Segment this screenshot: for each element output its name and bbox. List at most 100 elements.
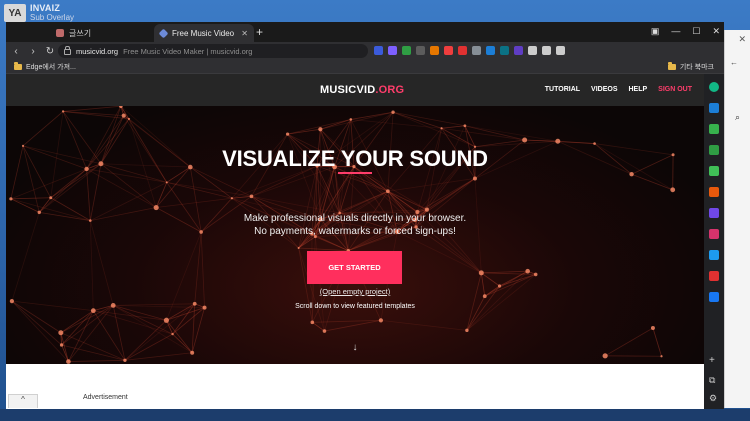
nav-sign-out-link[interactable]: SIGN OUT [658, 86, 692, 93]
network-line [61, 305, 114, 346]
network-node [318, 127, 323, 132]
network-node [163, 317, 170, 323]
overlay-logo-icon: YA [4, 4, 26, 22]
down-arrow-icon[interactable]: ↓ [6, 342, 704, 353]
close-icon[interactable]: ✕ [738, 34, 746, 45]
background-window[interactable]: ✕ ← ⌕ [724, 30, 750, 408]
maximize-icon[interactable]: ☐ [692, 26, 700, 37]
tab-inactive[interactable]: 글쓰기 [50, 24, 154, 42]
extension-icon[interactable] [528, 46, 537, 55]
network-line [481, 270, 528, 274]
network-node [49, 196, 53, 200]
add-icon[interactable]: + [709, 355, 715, 366]
site-nav-links: TUTORIAL VIDEOS HELP SIGN OUT [545, 86, 692, 93]
extension-icon[interactable] [430, 46, 439, 55]
extension-icon[interactable] [542, 46, 551, 55]
network-node [629, 172, 634, 177]
extension-icon[interactable] [500, 46, 509, 55]
minimize-icon[interactable]: — [671, 26, 680, 36]
bookmark-other[interactable]: 기타 북마크 [667, 62, 714, 72]
network-line [320, 119, 351, 130]
network-node [310, 320, 315, 325]
browser-toolbar: ‹ › ↻ musicvid.org Free Music Video Make… [6, 42, 724, 60]
network-node [285, 132, 290, 136]
site-logo[interactable]: MUSICVID.ORG [320, 84, 404, 96]
facebook-icon[interactable] [709, 292, 719, 302]
outlook-icon[interactable] [709, 103, 719, 113]
open-empty-project-link[interactable]: (Open empty project) [6, 287, 704, 296]
close-window-icon[interactable]: ✕ [712, 26, 720, 37]
back-arrow-icon[interactable]: ‹ [9, 46, 23, 57]
tab-close-icon[interactable]: ✕ [241, 29, 248, 38]
tab-actions-icon[interactable]: ▣ [651, 26, 660, 37]
network-node [153, 204, 159, 211]
network-line [68, 359, 125, 362]
instagram-icon[interactable] [709, 229, 719, 239]
network-node [660, 355, 663, 358]
network-line [466, 270, 528, 331]
network-node [465, 328, 469, 333]
nav-tutorial-link[interactable]: TUTORIAL [545, 86, 580, 93]
extension-icon[interactable] [416, 46, 425, 55]
scroll-up-button[interactable]: ^ [8, 394, 38, 408]
advertisement-label: Advertisement [83, 394, 128, 401]
office-icon[interactable] [709, 187, 719, 197]
network-node [385, 189, 390, 194]
bookmark-imported[interactable]: Edge에서 가져... [14, 62, 76, 72]
gear-icon[interactable]: ⚙ [709, 393, 717, 404]
tab-favicon-icon [158, 28, 169, 38]
tools-icon[interactable] [709, 208, 719, 218]
overlay-app[interactable]: YA INVAIZ Sub Overlay [0, 0, 110, 24]
forward-arrow-icon[interactable]: › [26, 46, 40, 57]
network-line [166, 181, 252, 197]
network-node [297, 246, 300, 249]
extension-icon[interactable] [388, 46, 397, 55]
network-line [380, 319, 467, 331]
youtube-icon[interactable] [709, 271, 719, 281]
search-icon[interactable]: ⌕ [735, 112, 740, 123]
network-line [466, 296, 486, 331]
nav-help-link[interactable]: HELP [628, 86, 647, 93]
address-bar[interactable]: musicvid.org Free Music Video Maker | mu… [58, 44, 368, 58]
network-line [557, 140, 595, 144]
hero-title: VISUALIZE YOUR SOUND [222, 146, 488, 171]
games-icon[interactable] [709, 124, 719, 134]
network-line [631, 173, 673, 191]
bookmarks-bar: Edge에서 가져... 기타 북마크 [6, 60, 724, 74]
folder-icon [667, 62, 676, 70]
extension-icon[interactable] [472, 46, 481, 55]
extension-icon[interactable] [486, 46, 495, 55]
lock-icon [64, 46, 71, 55]
extension-icon[interactable] [374, 46, 383, 55]
new-tab-button[interactable]: + [256, 25, 263, 39]
tab-active[interactable]: Free Music Video Maker | musi ✕ [154, 24, 254, 42]
network-node [165, 181, 168, 184]
chart-icon[interactable] [709, 145, 719, 155]
twitter-icon[interactable] [709, 250, 719, 260]
tab-favicon-icon [56, 29, 64, 37]
network-line [93, 310, 173, 335]
network-line [38, 168, 87, 213]
external-link-icon[interactable]: ⧉ [709, 375, 715, 386]
network-node [121, 113, 126, 118]
nav-videos-link[interactable]: VIDEOS [591, 86, 617, 93]
tab-strip: 글쓰기 Free Music Video Maker | musi ✕ + ▣ … [6, 22, 724, 42]
extension-icon[interactable] [458, 46, 467, 55]
extension-icon[interactable] [556, 46, 565, 55]
get-started-button[interactable]: GET STARTED [307, 251, 402, 284]
network-line [10, 197, 51, 200]
network-line [93, 310, 167, 321]
taskbar [0, 409, 750, 421]
extension-icon[interactable] [444, 46, 453, 55]
network-line [441, 125, 465, 129]
extension-icon[interactable] [514, 46, 523, 55]
network-line [441, 127, 476, 148]
extension-icon[interactable] [402, 46, 411, 55]
back-arrow-icon[interactable]: ← [730, 58, 738, 67]
network-node [472, 176, 477, 181]
network-line [466, 272, 482, 331]
reload-icon[interactable]: ↻ [43, 46, 57, 57]
note-icon[interactable] [709, 166, 719, 176]
window-controls: ▣ — ☐ ✕ [651, 22, 720, 40]
circle-app-icon[interactable] [709, 82, 719, 92]
